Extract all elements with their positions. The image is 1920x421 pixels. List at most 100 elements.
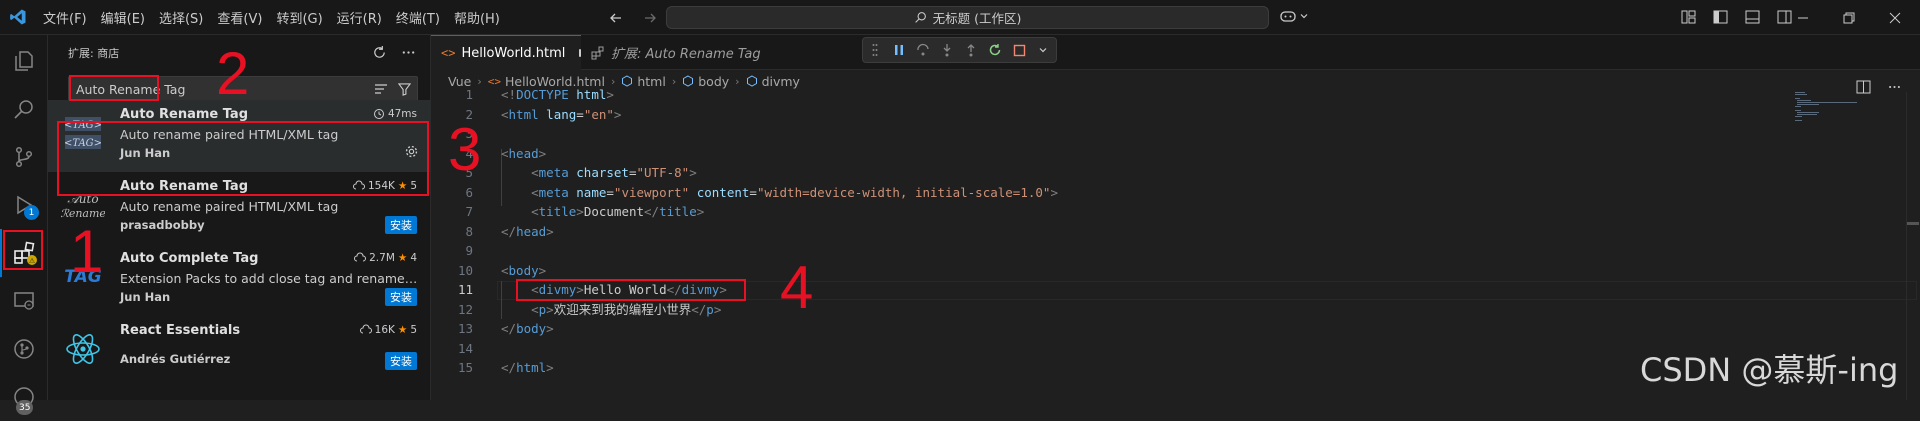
code-token: = [576,106,584,122]
debug-toolbar [862,37,1057,63]
code-line[interactable]: 4 <head> [431,144,1920,163]
activity-git-graph[interactable] [0,325,48,373]
code-token: html [576,87,607,102]
code-token: = [628,165,637,180]
code-token: </ [501,223,517,239]
toggle-panel-icon[interactable] [1742,7,1762,27]
code-token: "en" [583,106,614,122]
code-token: < [531,165,539,180]
step-into-icon[interactable] [939,42,955,58]
extension-author: Andrés Gutiérrez [120,352,231,366]
pause-icon[interactable] [891,42,907,58]
menu-selection[interactable]: 选择(S) [152,8,210,27]
code-token: > [713,301,722,317]
code-text: </head> [501,222,554,241]
annotation-box-divmy [516,279,746,301]
layout-controls [1678,7,1794,27]
minimize-icon[interactable] [1780,0,1826,35]
code-line[interactable]: 12 <p>欢迎来到我的编程小世界</p> [431,300,1920,319]
line-number: 10 [457,262,473,278]
activity-explorer[interactable] [0,37,48,85]
code-line[interactable]: 5 <meta charset="UTF-8"> [431,163,1920,182]
editor-tab-bar: <> HelloWorld.html 扩展: Auto Rename Tag [431,35,1920,94]
code-line[interactable]: 3 [431,124,1920,143]
minimap[interactable] [1795,92,1870,132]
code-line[interactable]: 13 </body> [431,319,1920,338]
code-line[interactable]: 10 <body> [431,261,1920,280]
extension-name: Auto Complete Tag [120,251,259,266]
refresh-icon[interactable] [372,45,387,60]
activity-run-debug[interactable]: 1 [0,181,48,229]
title-bar: 文件(F) 编辑(E) 选择(S) 查看(V) 转到(G) 运行(R) 终端(T… [0,0,1920,35]
extension-author: Jun Han [120,290,171,304]
install-count: 2.7M [369,252,395,264]
menu-edit[interactable]: 编辑(E) [94,8,152,27]
line-number: 7 [465,204,473,219]
tab-helloworld-html[interactable]: <> HelloWorld.html [431,35,581,70]
arrow-right-icon[interactable] [640,8,660,28]
code-token: </ [691,301,707,317]
drag-handle-icon[interactable] [867,42,883,58]
nav-arrows [606,8,660,28]
step-out-icon[interactable] [963,42,979,58]
stop-icon[interactable] [1011,42,1027,58]
code-text: </html> [501,358,554,377]
activity-search[interactable] [0,85,48,133]
chevron-down-icon [1300,14,1308,19]
activity-accounts[interactable]: 35 [0,373,48,421]
menu-view[interactable]: 查看(V) [210,8,269,27]
menu-run[interactable]: 运行(R) [330,8,389,27]
tab-extension-auto-rename-tag[interactable]: 扩展: Auto Rename Tag [581,35,781,70]
code-line[interactable]: 8 </head> [431,222,1920,241]
code-token: < [501,106,509,122]
extension-item-react-essentials[interactable]: React Essentials Andrés Gutiérrez 16K ★ … [48,316,431,388]
extension-item-auto-complete-tag[interactable]: TAG Auto Complete Tag Extension Packs to… [48,244,431,316]
line-number: 6 [465,184,473,200]
more-actions-icon[interactable] [401,45,416,60]
code-line[interactable]: 1 <!DOCTYPE html> [431,85,1920,104]
copilot-button[interactable] [1279,8,1309,24]
code-token: = [606,184,614,200]
extension-name: Auto Rename Tag [120,107,249,122]
restore-icon[interactable] [1826,0,1872,35]
tab-label: 扩展: Auto Rename Tag [611,47,761,62]
menu-go[interactable]: 转到(G) [269,8,329,27]
code-token: > [689,165,697,180]
line-number: 9 [465,243,473,258]
code-token: meta [538,184,569,200]
install-button[interactable]: 安装 [385,352,417,370]
clear-filter-icon[interactable] [371,79,391,99]
toggle-primary-sidebar-icon[interactable] [1710,7,1730,27]
code-line[interactable]: 9 [431,241,1920,260]
chevron-down-icon[interactable] [1035,42,1051,58]
annotation-number-2: 2 [216,40,250,107]
customize-layout-icon[interactable] [1678,7,1698,27]
code-token: < [531,301,539,317]
line-number: 11 [457,282,473,297]
command-center[interactable]: 无标题 (工作区) [666,6,1269,29]
vscode-logo-icon[interactable] [0,0,36,35]
line-number: 15 [457,360,473,375]
vertical-scrollbar[interactable] [1906,92,1920,400]
code-line[interactable]: 7 <title>Document</title> [431,202,1920,221]
extension-description: Auto rename paired HTML/XML tag [120,199,339,214]
install-button[interactable]: 安装 [385,216,417,234]
code-line[interactable]: 6 <meta name="viewport" content="width=d… [431,183,1920,202]
step-over-icon[interactable] [915,42,931,58]
install-button[interactable]: 安装 [385,288,417,306]
code-line[interactable]: 2 <html lang="en"> [431,105,1920,124]
menu-file[interactable]: 文件(F) [36,8,94,27]
arrow-left-icon[interactable] [606,8,626,28]
activity-remote-explorer[interactable] [0,277,48,325]
code-token: meta [538,165,569,180]
filter-icon[interactable] [394,79,414,99]
close-icon[interactable] [1872,0,1918,35]
menu-terminal[interactable]: 终端(T) [389,8,447,27]
code-token: charset [576,165,629,180]
menu-help[interactable]: 帮助(H) [447,8,507,27]
activity-source-control[interactable] [0,133,48,181]
restart-icon[interactable] [987,42,1003,58]
command-center-label: 无标题 (工作区) [932,11,1022,26]
code-token: = [749,184,757,200]
